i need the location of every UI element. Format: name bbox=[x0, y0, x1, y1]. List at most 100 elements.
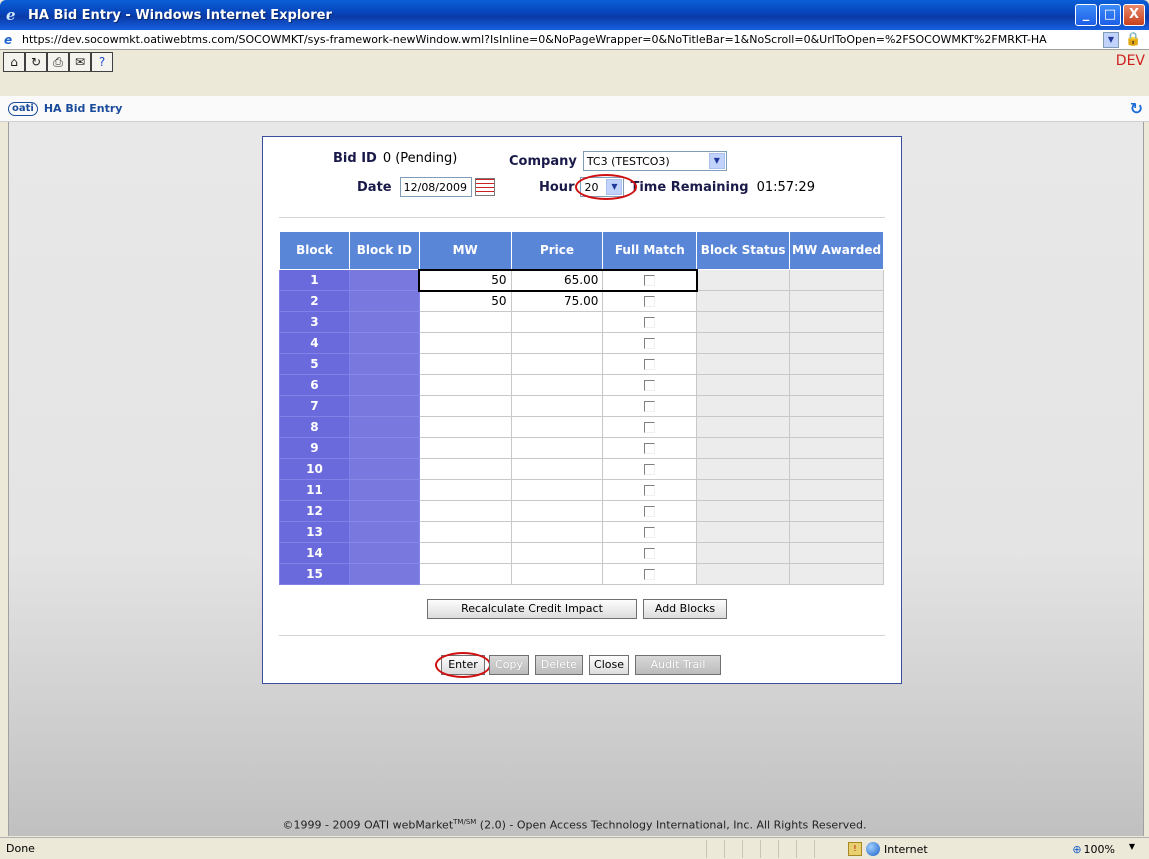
close-button[interactable]: Close bbox=[589, 655, 629, 675]
help-icon[interactable]: ? bbox=[91, 52, 113, 72]
globe-icon bbox=[866, 842, 880, 856]
price-cell[interactable] bbox=[510, 416, 604, 438]
ie-logo-icon: e bbox=[6, 6, 16, 24]
block-number-cell: 9 bbox=[279, 437, 350, 459]
table-row: 8 bbox=[279, 416, 884, 438]
mw-awarded-cell bbox=[789, 269, 884, 291]
mw-cell[interactable] bbox=[418, 332, 512, 354]
block-number-cell: 3 bbox=[279, 311, 350, 333]
full-match-cell bbox=[602, 416, 698, 438]
zoom-control[interactable]: ⊕ 100% bbox=[1072, 840, 1115, 858]
date-input[interactable]: 12/08/2009 bbox=[399, 177, 472, 197]
lock-icon[interactable]: 🔒 bbox=[1125, 32, 1141, 48]
security-zone[interactable]: ! Internet bbox=[848, 840, 928, 858]
mw-cell[interactable] bbox=[418, 458, 512, 480]
full-match-checkbox[interactable] bbox=[644, 506, 656, 517]
mw-cell[interactable] bbox=[418, 563, 512, 585]
mw-cell[interactable] bbox=[418, 521, 512, 543]
mw-cell[interactable] bbox=[418, 353, 512, 375]
block-status-cell bbox=[696, 563, 791, 585]
price-cell[interactable] bbox=[510, 479, 604, 501]
status-cell bbox=[742, 840, 760, 858]
price-cell[interactable]: 65.00 bbox=[510, 268, 604, 292]
mw-awarded-cell bbox=[789, 416, 884, 438]
block-id-cell bbox=[348, 332, 420, 354]
zoom-dropdown-icon[interactable]: ▼ bbox=[1129, 842, 1135, 851]
status-cell bbox=[706, 840, 724, 858]
full-match-checkbox[interactable] bbox=[644, 443, 656, 454]
mw-cell[interactable] bbox=[418, 311, 512, 333]
price-cell[interactable] bbox=[510, 332, 604, 354]
mw-cell[interactable] bbox=[418, 416, 512, 438]
full-match-checkbox[interactable] bbox=[644, 380, 656, 391]
refresh-icon[interactable]: ↻ bbox=[1130, 99, 1143, 118]
full-match-checkbox[interactable] bbox=[644, 275, 656, 286]
price-cell[interactable]: 75.00 bbox=[510, 290, 604, 312]
price-cell[interactable] bbox=[510, 500, 604, 522]
block-id-cell bbox=[348, 563, 420, 585]
price-cell[interactable] bbox=[510, 563, 604, 585]
price-cell[interactable] bbox=[510, 542, 604, 564]
toolbar: ⌂ ↻ ⎙ ✉ ? DEV bbox=[0, 50, 1149, 96]
price-cell[interactable] bbox=[510, 353, 604, 375]
home-icon[interactable]: ⌂ bbox=[3, 52, 25, 72]
maximize-button[interactable]: □ bbox=[1099, 4, 1121, 26]
bid-blocks-table: Block Block ID MW Price Full Match Block… bbox=[279, 231, 884, 585]
mw-cell[interactable] bbox=[418, 500, 512, 522]
full-match-checkbox[interactable] bbox=[644, 527, 656, 538]
mw-cell[interactable] bbox=[418, 479, 512, 501]
full-match-checkbox[interactable] bbox=[644, 569, 656, 580]
print-icon[interactable]: ⎙ bbox=[47, 52, 69, 72]
minimize-button[interactable]: _ bbox=[1075, 4, 1097, 26]
close-window-button[interactable]: X bbox=[1123, 4, 1145, 26]
price-cell[interactable] bbox=[510, 311, 604, 333]
block-number-cell: 6 bbox=[279, 374, 350, 396]
full-match-cell bbox=[602, 332, 698, 354]
mw-awarded-cell bbox=[789, 563, 884, 585]
protected-mode-icon: ! bbox=[848, 842, 862, 856]
zoom-level: 100% bbox=[1083, 842, 1115, 856]
mail-icon[interactable]: ✉ bbox=[69, 52, 91, 72]
block-id-cell bbox=[348, 311, 420, 333]
full-match-checkbox[interactable] bbox=[644, 317, 656, 328]
audit-trail-button[interactable]: Audit Trail bbox=[635, 655, 721, 675]
block-number-cell: 10 bbox=[279, 458, 350, 480]
calendar-icon[interactable] bbox=[474, 178, 495, 196]
mw-cell[interactable] bbox=[418, 395, 512, 417]
full-match-checkbox[interactable] bbox=[644, 401, 656, 412]
mw-cell[interactable]: 50 bbox=[418, 268, 512, 292]
window-title: HA Bid Entry - Windows Internet Explorer bbox=[28, 7, 332, 23]
full-match-checkbox[interactable] bbox=[644, 548, 656, 559]
url-field[interactable]: https://dev.socowmkt.oatiwebtms.com/SOCO… bbox=[22, 33, 1103, 46]
refresh-page-icon[interactable]: ↻ bbox=[25, 52, 47, 72]
chevron-down-icon: ▼ bbox=[708, 153, 725, 169]
full-match-checkbox[interactable] bbox=[644, 338, 656, 349]
price-cell[interactable] bbox=[510, 437, 604, 459]
full-match-cell bbox=[602, 458, 698, 480]
price-cell[interactable] bbox=[510, 458, 604, 480]
price-cell[interactable] bbox=[510, 395, 604, 417]
mw-cell[interactable]: 50 bbox=[418, 290, 512, 312]
mw-cell[interactable] bbox=[418, 437, 512, 459]
hour-highlight-annotation bbox=[575, 174, 637, 200]
full-match-checkbox[interactable] bbox=[644, 359, 656, 370]
copy-button[interactable]: Copy bbox=[489, 655, 529, 675]
mw-cell[interactable] bbox=[418, 374, 512, 396]
window-title-bar[interactable]: e HA Bid Entry - Windows Internet Explor… bbox=[0, 0, 1149, 30]
mw-cell[interactable] bbox=[418, 542, 512, 564]
recalculate-credit-impact-button[interactable]: Recalculate Credit Impact bbox=[427, 599, 637, 619]
delete-button[interactable]: Delete bbox=[535, 655, 583, 675]
full-match-checkbox[interactable] bbox=[644, 464, 656, 475]
table-header-row: Block Block ID MW Price Full Match Block… bbox=[279, 231, 884, 270]
price-cell[interactable] bbox=[510, 521, 604, 543]
company-select[interactable]: TC3 (TESTCO3) ▼ bbox=[582, 151, 727, 171]
add-blocks-button[interactable]: Add Blocks bbox=[643, 599, 727, 619]
bid-id-value: 0 (Pending) bbox=[382, 151, 458, 166]
full-match-cell bbox=[602, 563, 698, 585]
url-dropdown-button[interactable]: ▼ bbox=[1103, 31, 1119, 48]
full-match-checkbox[interactable] bbox=[644, 422, 656, 433]
full-match-checkbox[interactable] bbox=[644, 296, 656, 308]
full-match-checkbox[interactable] bbox=[644, 485, 656, 496]
block-number-cell: 4 bbox=[279, 332, 350, 354]
price-cell[interactable] bbox=[510, 374, 604, 396]
